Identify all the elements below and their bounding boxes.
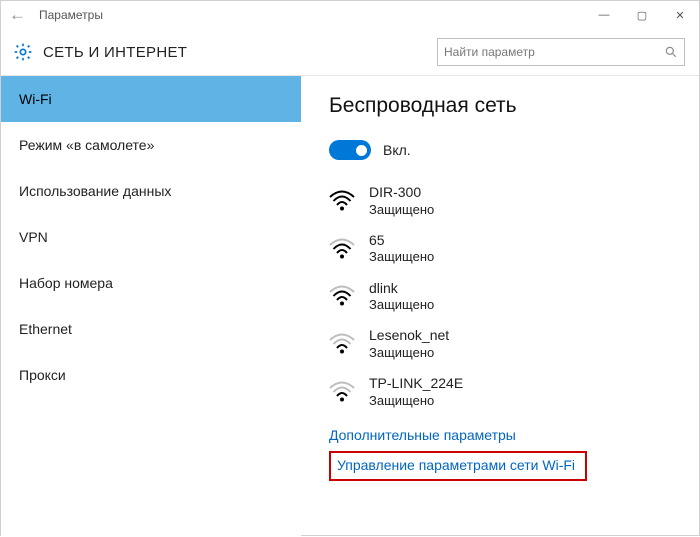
search-icon [664,45,678,59]
network-status: Защищено [369,297,434,313]
network-status: Защищено [369,345,449,361]
maximize-button[interactable]: ▢ [623,1,661,29]
network-item[interactable]: Lesenok_net Защищено [329,327,677,361]
link-advanced-settings[interactable]: Дополнительные параметры [329,427,677,443]
network-name: Lesenok_net [369,327,449,345]
wifi-icon [329,190,355,212]
network-item[interactable]: DIR-300 Защищено [329,184,677,218]
network-status: Защищено [369,202,434,218]
sidebar-item-dialup[interactable]: Набор номера [1,260,301,306]
network-name: dlink [369,280,434,298]
section-title: Беспроводная сеть [329,94,677,118]
sidebar-item-ethernet[interactable]: Ethernet [1,306,301,352]
search-input[interactable]: Найти параметр [437,38,685,66]
window-title: Параметры [39,8,585,22]
link-manage-wifi[interactable]: Управление параметрами сети Wi-Fi [329,451,587,481]
wifi-icon [329,333,355,355]
wifi-icon [329,381,355,403]
back-button[interactable]: ← [9,5,33,25]
sidebar-item-airplane[interactable]: Режим «в самолете» [1,122,301,168]
network-status: Защищено [369,249,434,265]
close-button[interactable]: ✕ [661,1,699,29]
network-name: DIR-300 [369,184,434,202]
network-item[interactable]: 65 Защищено [329,232,677,266]
gear-icon [13,42,33,62]
wifi-icon [329,285,355,307]
sidebar: Wi-Fi Режим «в самолете» Использование д… [1,76,301,537]
sidebar-item-proxy[interactable]: Прокси [1,352,301,398]
network-item[interactable]: TP-LINK_224E Защищено [329,375,677,409]
minimize-button[interactable]: — [585,1,623,29]
sidebar-item-wifi[interactable]: Wi-Fi [1,76,301,122]
page-title: СЕТЬ И ИНТЕРНЕТ [43,44,427,61]
wifi-icon [329,238,355,260]
network-status: Защищено [369,393,463,409]
main-pane: Беспроводная сеть Вкл. DIR-300 Защищено [301,76,699,537]
network-name: 65 [369,232,434,250]
network-item[interactable]: dlink Защищено [329,280,677,314]
sidebar-item-vpn[interactable]: VPN [1,214,301,260]
network-name: TP-LINK_224E [369,375,463,393]
wifi-toggle-label: Вкл. [383,142,411,158]
sidebar-item-data-usage[interactable]: Использование данных [1,168,301,214]
wifi-toggle[interactable] [329,140,371,160]
network-list: DIR-300 Защищено 65 Защищено [329,184,677,409]
search-placeholder: Найти параметр [444,45,664,59]
